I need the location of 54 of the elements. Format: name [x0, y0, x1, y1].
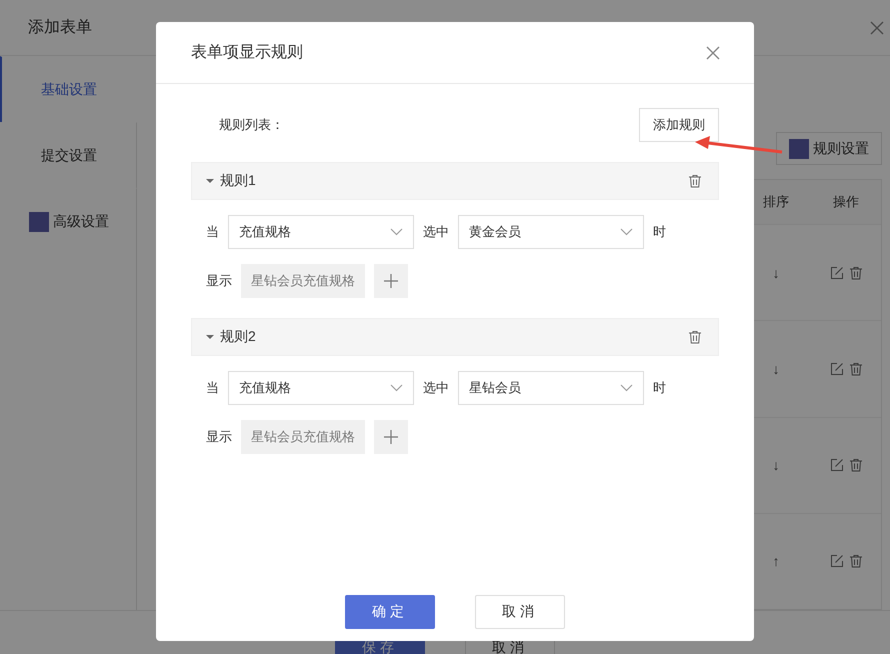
condition-label: 当	[206, 379, 219, 397]
trash-icon[interactable]	[688, 174, 702, 188]
caret-down-icon[interactable]	[206, 177, 214, 185]
caret-down-icon[interactable]	[206, 333, 214, 341]
edit-icon[interactable]	[830, 266, 844, 280]
close-icon[interactable]	[706, 46, 720, 60]
cancel-button[interactable]: 取消	[475, 595, 565, 629]
trash-icon[interactable]	[848, 266, 862, 280]
sidebar-tab[interactable]: 高级设置	[0, 188, 137, 254]
confirm-button[interactable]: 确定	[345, 595, 435, 629]
rule-title: 规则2	[220, 328, 256, 346]
close-icon[interactable]	[870, 20, 884, 34]
condition-label: 时	[653, 379, 666, 397]
condition-label: 选中	[423, 379, 449, 397]
rule-header[interactable]: 规则2	[191, 318, 719, 356]
plus-icon	[383, 273, 399, 289]
sidebar-tab[interactable]: 基础设置	[0, 56, 137, 122]
trash-icon[interactable]	[848, 458, 862, 472]
rule-header[interactable]: 规则1	[191, 162, 719, 200]
column-header: 排序	[762, 193, 790, 211]
condition-label: 当	[206, 223, 219, 241]
value-select[interactable]: 星钻会员	[458, 371, 644, 405]
chevron-down-icon	[620, 384, 633, 392]
page-title: 添加表单	[28, 18, 92, 38]
dialog-title: 表单项显示规则	[191, 42, 303, 63]
add-rule-button[interactable]: 添加规则	[639, 108, 719, 142]
trash-icon[interactable]	[688, 330, 702, 344]
column-header: 操作	[832, 193, 860, 211]
sidebar-tab[interactable]: 提交设置	[0, 122, 137, 188]
show-label: 显示	[206, 428, 232, 446]
edit-icon[interactable]	[830, 554, 844, 568]
edit-icon[interactable]	[830, 362, 844, 376]
trash-icon[interactable]	[848, 362, 862, 376]
chevron-down-icon	[390, 384, 403, 392]
value-select[interactable]: 黄金会员	[458, 215, 644, 249]
field-tag: 星钻会员充值规格	[241, 420, 365, 454]
plus-icon	[383, 429, 399, 445]
square-icon	[29, 212, 49, 232]
rule-settings-button[interactable]: 规则设置	[776, 132, 882, 165]
condition-label: 选中	[423, 223, 449, 241]
field-tag: 星钻会员充值规格	[241, 264, 365, 298]
add-field-button[interactable]	[374, 264, 408, 298]
edit-icon[interactable]	[830, 458, 844, 472]
rule-title: 规则1	[220, 172, 256, 190]
chevron-down-icon	[390, 228, 403, 236]
square-icon	[789, 138, 809, 158]
chevron-down-icon	[620, 228, 633, 236]
trash-icon[interactable]	[848, 554, 862, 568]
add-field-button[interactable]	[374, 420, 408, 454]
show-label: 显示	[206, 272, 232, 290]
rule-list-label: 规则列表：	[219, 116, 284, 134]
field-select[interactable]: 充值规格	[228, 215, 414, 249]
field-select[interactable]: 充值规格	[228, 371, 414, 405]
condition-label: 时	[653, 223, 666, 241]
